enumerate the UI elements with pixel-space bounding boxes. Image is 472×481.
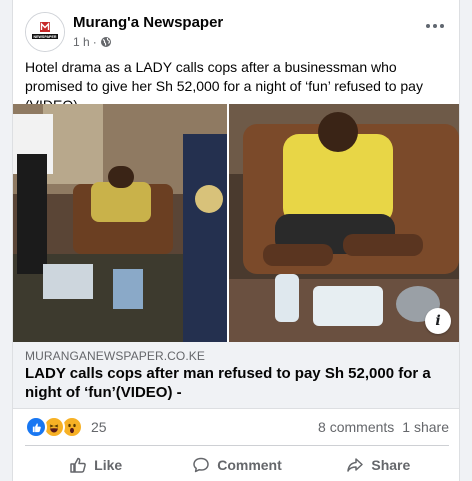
post-time[interactable]: 1 h (73, 35, 90, 49)
post-card: NEWSPAPER Murang'a Newspaper 1 h · Hotel… (12, 0, 460, 481)
post-actions: Like Comment Share (25, 450, 449, 480)
reactions-summary[interactable]: 25 (25, 416, 107, 438)
video-thumbnail-image (13, 104, 459, 342)
thumbs-up-icon (70, 457, 86, 473)
more-dot-icon (426, 24, 430, 28)
page-avatar[interactable]: NEWSPAPER (25, 12, 65, 52)
newspaper-logo-icon: NEWSPAPER (26, 13, 64, 51)
comment-button[interactable]: Comment (166, 450, 307, 480)
like-button[interactable]: Like (25, 450, 166, 480)
link-preview-box[interactable]: MURANGANEWSPAPER.CO.KE LADY calls cops a… (13, 342, 459, 409)
comment-label: Comment (217, 457, 282, 473)
comments-count-link[interactable]: 8 comments (318, 419, 394, 435)
share-label: Share (371, 457, 411, 473)
link-title[interactable]: LADY calls cops after man refused to pay… (25, 364, 445, 402)
shares-count-link[interactable]: 1 share (402, 419, 449, 435)
link-domain: MURANGANEWSPAPER.CO.KE (25, 349, 206, 363)
actions-divider (25, 445, 449, 446)
info-button[interactable]: i (425, 308, 451, 334)
more-options-button[interactable] (421, 16, 449, 36)
page-name-link[interactable]: Murang'a Newspaper (73, 14, 223, 31)
link-preview-image[interactable]: i (13, 104, 459, 342)
post-header: NEWSPAPER Murang'a Newspaper 1 h · (13, 0, 459, 58)
meta-separator: · (92, 35, 97, 49)
globe-icon (100, 37, 111, 47)
stats-right: 8 comments 1 share (318, 419, 449, 435)
share-button[interactable]: Share (308, 450, 449, 480)
post-meta: 1 h · (73, 35, 112, 49)
comment-icon (193, 457, 209, 473)
more-dot-icon (433, 24, 437, 28)
reaction-count: 25 (91, 419, 107, 435)
avatar-text: NEWSPAPER (34, 35, 57, 39)
more-dot-icon (440, 24, 444, 28)
post-stats-bar: 25 8 comments 1 share (25, 412, 449, 442)
like-label: Like (94, 457, 123, 473)
like-icon (25, 416, 47, 438)
share-icon (347, 458, 364, 472)
